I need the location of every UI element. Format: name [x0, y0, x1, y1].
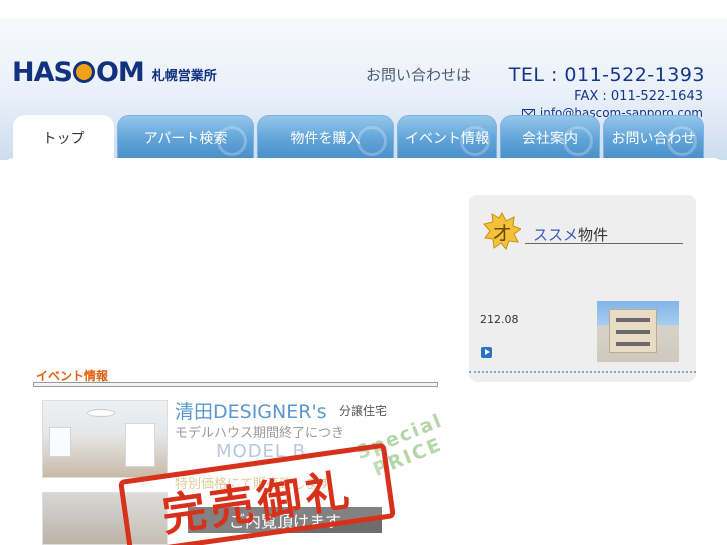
recommend-title: ススメ物件 — [533, 224, 608, 245]
page: HA S OM 札幌営業所 お問い合わせは TEL : 011-522-1393… — [0, 0, 727, 545]
bag-icon — [357, 126, 387, 156]
event-divider — [33, 382, 438, 387]
logo[interactable]: HA S OM 札幌営業所 — [12, 55, 217, 89]
interior-photo — [42, 400, 168, 478]
banner-subtitle: 分譲住宅 — [339, 404, 388, 418]
tab-contact[interactable]: お問い合わせ — [603, 115, 704, 160]
title-tail: 物件 — [578, 226, 609, 244]
tab-company[interactable]: 会社案内 — [500, 115, 600, 160]
branch-name: 札幌営業所 — [151, 68, 217, 84]
recommend-date: 212.08 — [480, 313, 519, 326]
banner-title: 清田DESIGNER's — [175, 401, 327, 423]
window — [49, 427, 71, 457]
main-nav: トップ アパート検索 物件を購入 イベント情報 会社案内 お問い合わせ — [0, 115, 727, 161]
recommend-box: オ ススメ物件 212.08 — [469, 195, 696, 382]
tab-label: アパート検索 — [143, 130, 228, 147]
shelf — [125, 423, 155, 467]
badge-label: オ — [492, 220, 512, 245]
tab-top[interactable]: トップ — [13, 115, 114, 161]
event-banner[interactable]: 清田DESIGNER's 分譲住宅 モデルハウス期間終了につき MODEL B … — [36, 397, 446, 545]
tab-label: 物件を購入 — [290, 130, 361, 147]
tab-label: トップ — [42, 131, 85, 147]
tab-events[interactable]: イベント情報 — [397, 115, 497, 160]
contact-lead: お問い合わせは — [366, 66, 472, 84]
logo-text-right: OM — [95, 56, 145, 88]
fax-number: FAX : 011-522-1643 — [574, 89, 703, 104]
tab-label: イベント情報 — [405, 130, 489, 147]
tab-label: お問い合わせ — [611, 130, 696, 147]
dotted-divider — [469, 371, 696, 373]
logo-s: S — [53, 56, 73, 88]
banner-notice: モデルハウス期間終了につき — [175, 426, 345, 441]
phone-number: TEL : 011-522-1393 — [508, 64, 705, 86]
property-photo[interactable] — [597, 301, 679, 362]
logo-text-left: HA — [12, 56, 54, 88]
tab-label: 会社案内 — [522, 130, 578, 147]
tab-apartment-search[interactable]: アパート検索 — [117, 115, 254, 160]
recommend-rule — [525, 243, 683, 244]
ceiling-lamp — [87, 409, 115, 417]
play-icon[interactable] — [481, 347, 492, 358]
building-image — [609, 309, 657, 353]
title-accent: ススメ — [533, 226, 579, 244]
tab-buy-property[interactable]: 物件を購入 — [257, 115, 394, 160]
logo-ring-icon — [72, 61, 95, 83]
